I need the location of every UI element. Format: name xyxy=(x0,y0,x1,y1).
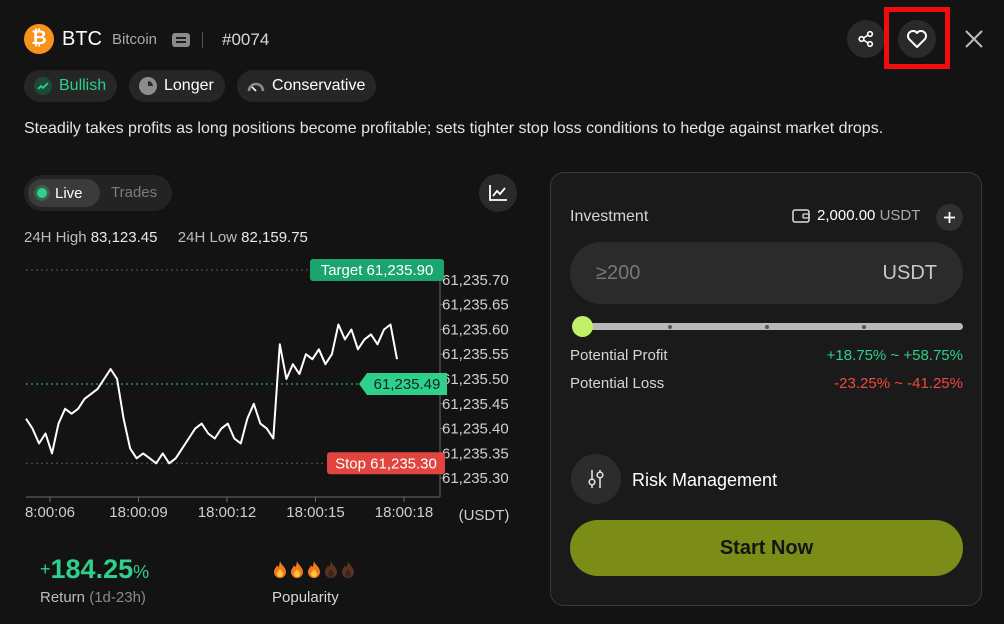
y-tick-label: 61,235.40 xyxy=(442,421,509,438)
investment-amount-input[interactable] xyxy=(596,261,796,285)
risk-management-label[interactable]: Risk Management xyxy=(632,470,777,491)
investment-label: Investment xyxy=(570,208,649,225)
return-label-text: Return xyxy=(40,589,86,606)
line-chart-icon xyxy=(489,185,507,201)
y-tick-label: 61,235.55 xyxy=(442,346,509,363)
bitcoin-icon: ₿ xyxy=(24,24,54,54)
low-value: 82,159.75 xyxy=(241,229,308,246)
live-indicator-icon xyxy=(37,188,47,198)
low-label: 24H Low xyxy=(177,229,237,246)
trend-up-icon xyxy=(34,77,52,95)
popularity-label: Popularity xyxy=(272,589,339,606)
slider-tick xyxy=(765,325,769,329)
input-currency: USDT xyxy=(882,261,937,284)
y-tick-label: 61,235.65 xyxy=(442,297,509,314)
price-range-stats: 24H High 83,123.45 24H Low 82,159.75 xyxy=(24,229,308,246)
gauge-icon xyxy=(247,77,265,95)
document-icon[interactable] xyxy=(172,33,190,47)
slider-tick xyxy=(862,325,866,329)
return-label: Return (1d-23h) xyxy=(40,589,146,606)
return-suffix: % xyxy=(133,562,150,582)
axis-unit-label: (USDT) xyxy=(459,507,510,524)
y-tick-label: 61,235.35 xyxy=(442,445,509,462)
strategy-description: Steadily takes profits as long positions… xyxy=(24,120,884,137)
tag-bullish: Bullish xyxy=(24,70,118,102)
high-label: 24H High xyxy=(24,229,87,246)
x-tick-label: 18:00:18 xyxy=(375,504,433,521)
popularity-rating xyxy=(272,560,356,578)
coin-name: Bitcoin xyxy=(112,31,158,48)
investment-slider[interactable] xyxy=(582,323,963,330)
start-now-button[interactable]: Start Now xyxy=(570,520,963,576)
favorite-highlight-box xyxy=(884,7,950,69)
flame-icon-active xyxy=(274,561,286,578)
investment-input-box[interactable]: USDT xyxy=(570,242,963,304)
return-value: +184.25% xyxy=(40,554,149,585)
tab-trades[interactable]: Trades xyxy=(111,184,157,201)
chart-view-button[interactable] xyxy=(479,174,517,212)
flame-icon-inactive xyxy=(325,561,337,578)
y-tick-label: 61,235.60 xyxy=(442,321,509,338)
slider-handle[interactable] xyxy=(572,316,593,337)
balance-unit: USDT xyxy=(879,207,921,224)
flame-icon-active xyxy=(308,561,320,578)
target-label: Target 61,235.90 xyxy=(321,262,434,279)
price-series-line xyxy=(25,323,398,465)
x-tick-label: 18:00:15 xyxy=(286,504,344,521)
high-value: 83,123.45 xyxy=(90,229,158,246)
tag-conservative: Conservative xyxy=(237,70,377,102)
price-chart: 61,235.7061,235.6561,235.6061,235.5561,2… xyxy=(25,259,510,524)
return-prefix: + xyxy=(40,559,51,579)
tab-live-label: Live xyxy=(55,184,83,202)
stop-label: Stop 61,235.30 xyxy=(335,455,437,472)
tag-label: Conservative xyxy=(272,77,366,94)
return-number: 184.25 xyxy=(50,554,134,584)
loss-label: Potential Loss xyxy=(570,375,665,392)
flame-icon-active xyxy=(291,561,303,578)
sliders-icon xyxy=(588,470,604,488)
strategy-id: #0074 xyxy=(222,30,270,49)
share-icon xyxy=(858,30,874,48)
y-tick-label: 61,235.30 xyxy=(442,470,509,487)
loss-value: -23.25% ~ -41.25% xyxy=(834,375,963,392)
return-period: (1d-23h) xyxy=(89,589,146,606)
wallet-icon xyxy=(792,209,810,223)
divider xyxy=(202,32,203,48)
share-button[interactable] xyxy=(847,20,885,58)
current-price-label: 61,235.49 xyxy=(374,376,441,393)
tab-live[interactable]: Live xyxy=(28,179,100,207)
plus-icon xyxy=(944,212,955,223)
close-button[interactable] xyxy=(960,24,988,54)
tag-label: Bullish xyxy=(59,77,107,94)
x-tick-label: 18:00:09 xyxy=(109,504,167,521)
y-tick-label: 61,235.50 xyxy=(442,371,509,388)
clock-icon xyxy=(139,77,157,95)
y-tick-label: 61,235.45 xyxy=(442,396,509,413)
risk-management-button[interactable] xyxy=(571,454,621,504)
profit-value: +18.75% ~ +58.75% xyxy=(826,347,963,364)
balance-value: 2,000.00 xyxy=(817,207,876,224)
slider-tick xyxy=(668,325,672,329)
coin-symbol: BTC xyxy=(62,28,102,50)
tag-longer: Longer xyxy=(129,70,225,102)
x-tick-label: 18:00:12 xyxy=(198,504,256,521)
x-tick-label: 8:00:06 xyxy=(25,504,75,521)
close-icon xyxy=(965,30,983,48)
profit-label: Potential Profit xyxy=(570,347,668,364)
y-tick-label: 61,235.70 xyxy=(442,272,509,289)
tag-label: Longer xyxy=(164,77,214,94)
add-funds-button[interactable] xyxy=(936,204,963,231)
balance: 2,000.00 USDT xyxy=(817,207,920,224)
flame-icon-inactive xyxy=(342,561,354,578)
